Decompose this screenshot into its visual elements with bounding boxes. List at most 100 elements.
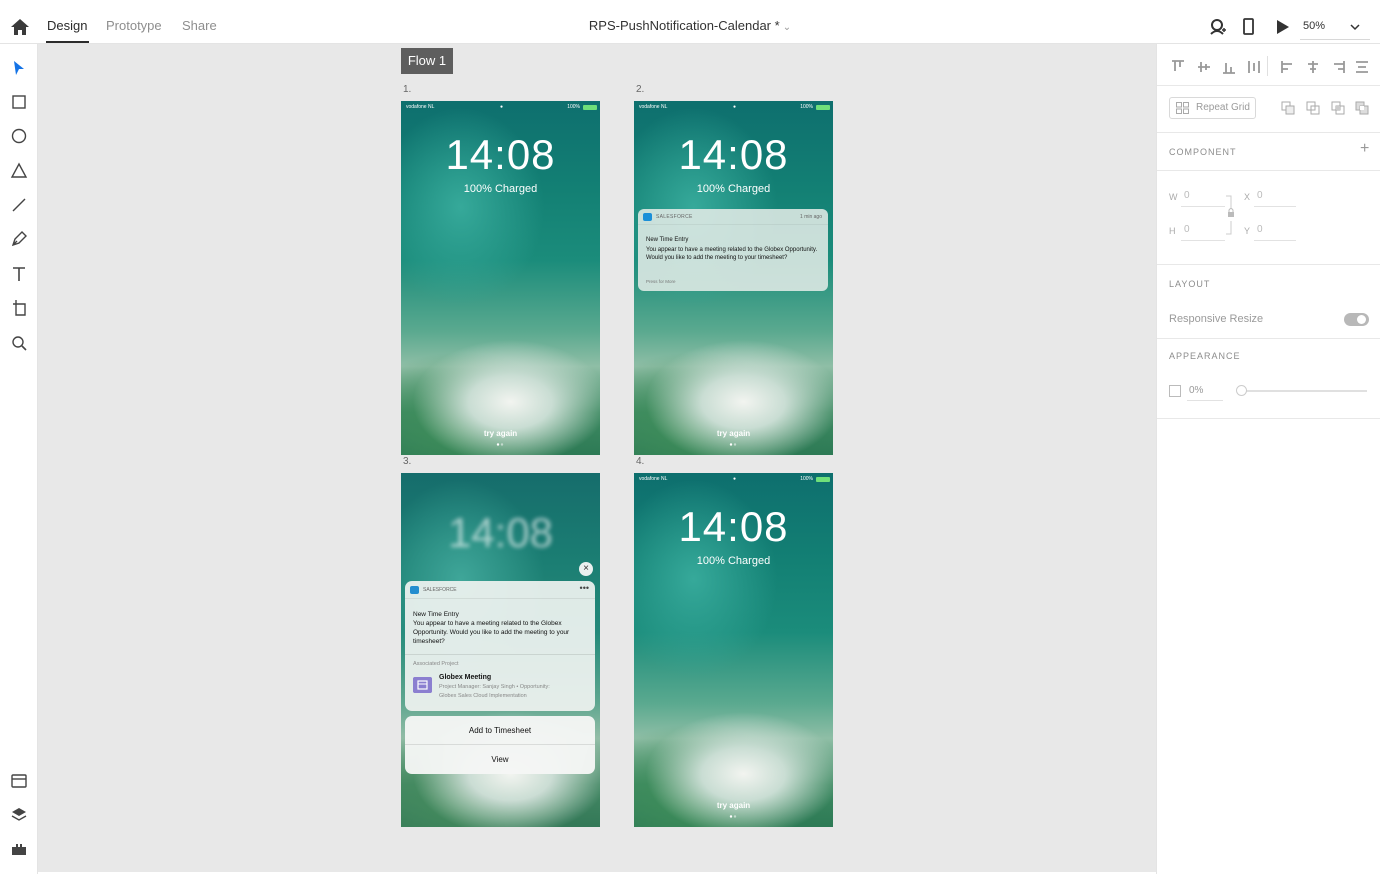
section-divider bbox=[405, 654, 595, 655]
try-again-label: try again bbox=[483, 429, 518, 438]
notification-time: 1 min ago bbox=[800, 214, 822, 220]
more-options-icon[interactable]: ••• bbox=[580, 583, 589, 593]
project-opportunity: Globex Sales Cloud Implementation bbox=[439, 693, 527, 699]
align-middle-icon[interactable] bbox=[1197, 60, 1211, 74]
align-center-icon[interactable] bbox=[1306, 60, 1320, 74]
device-preview-icon[interactable] bbox=[1242, 18, 1256, 36]
document-title[interactable]: RPS-PushNotification-Calendar * ⌄ bbox=[0, 18, 1380, 33]
boolean-intersect-icon[interactable] bbox=[1331, 101, 1345, 115]
height-label: H bbox=[1169, 226, 1176, 236]
ellipse-tool-icon[interactable] bbox=[10, 127, 28, 145]
opacity-slider-thumb[interactable] bbox=[1236, 385, 1247, 396]
status-bar: vodafone NL ● 100% bbox=[637, 104, 830, 112]
width-field[interactable]: 0 bbox=[1184, 190, 1190, 201]
plugins-panel-icon[interactable] bbox=[10, 840, 28, 858]
notification-body: You appear to have a meeting related to … bbox=[646, 247, 818, 261]
distribute-vertical-icon[interactable] bbox=[1247, 60, 1261, 74]
layers-panel-icon[interactable] bbox=[10, 806, 28, 824]
project-manager: Project Manager: Sanjay Singh • Opportun… bbox=[439, 684, 550, 690]
height-underline bbox=[1181, 240, 1225, 241]
toggle-knob bbox=[1357, 315, 1366, 324]
calendar-icon bbox=[413, 677, 432, 693]
align-left-icon[interactable] bbox=[1281, 60, 1295, 74]
add-to-timesheet-button[interactable]: Add to Timesheet bbox=[405, 716, 595, 745]
zoom-tool-icon[interactable] bbox=[10, 334, 28, 352]
lock-icon: ● bbox=[733, 476, 737, 482]
repeat-grid-button[interactable]: Repeat Grid bbox=[1169, 97, 1256, 119]
text-tool-icon[interactable] bbox=[10, 265, 28, 283]
repeat-grid-icon bbox=[1176, 102, 1189, 114]
assets-panel-icon[interactable] bbox=[10, 772, 28, 790]
component-title: COMPONENT bbox=[1169, 147, 1237, 157]
artboard-3[interactable]: 14:08 × SALESFORCE ••• New Time Entry Yo… bbox=[401, 473, 600, 827]
height-field[interactable]: 0 bbox=[1184, 224, 1190, 235]
salesforce-app-icon bbox=[643, 213, 652, 221]
boolean-exclude-icon[interactable] bbox=[1355, 101, 1369, 115]
layout-title: LAYOUT bbox=[1169, 279, 1211, 289]
zoom-underline bbox=[1300, 39, 1370, 40]
notification-more-hint: Press for More bbox=[646, 279, 676, 284]
opacity-icon bbox=[1169, 385, 1181, 397]
notification-app-name: SALESFORCE bbox=[656, 214, 693, 220]
play-icon[interactable] bbox=[1276, 18, 1290, 36]
align-top-icon[interactable] bbox=[1171, 60, 1185, 74]
opacity-slider[interactable] bbox=[1236, 385, 1367, 396]
notification-body: You appear to have a meeting related to … bbox=[413, 620, 570, 645]
notification-title: New Time Entry bbox=[646, 237, 689, 243]
pen-tool-icon[interactable] bbox=[10, 230, 28, 248]
width-label: W bbox=[1169, 192, 1178, 202]
salesforce-app-icon bbox=[410, 586, 419, 594]
boolean-subtract-icon[interactable] bbox=[1306, 101, 1320, 115]
expanded-notification[interactable]: SALESFORCE ••• New Time Entry You appear… bbox=[405, 581, 595, 711]
page-dots bbox=[729, 815, 737, 818]
artboard-tool-icon[interactable] bbox=[10, 299, 28, 317]
battery-label: 100% bbox=[567, 104, 580, 110]
carrier-label: vodafone NL bbox=[639, 104, 668, 110]
align-right-icon[interactable] bbox=[1331, 60, 1345, 74]
x-field[interactable]: 0 bbox=[1257, 190, 1263, 201]
battery-label: 100% bbox=[800, 476, 813, 482]
responsive-resize-label: Responsive Resize bbox=[1169, 313, 1264, 325]
zoom-dropdown-chevron-icon[interactable] bbox=[1350, 23, 1360, 31]
width-underline bbox=[1181, 206, 1225, 207]
try-again-label: try again bbox=[716, 801, 751, 810]
chevron-down-icon: ⌄ bbox=[782, 22, 792, 33]
battery-icon bbox=[816, 477, 830, 482]
charge-status: 100% Charged bbox=[696, 555, 771, 567]
notification-divider bbox=[638, 224, 828, 225]
select-tool-icon[interactable] bbox=[10, 59, 28, 77]
page-dots bbox=[496, 443, 504, 446]
view-button[interactable]: View bbox=[405, 745, 595, 774]
artboard-1[interactable]: vodafone NL ● 100% 14:08 100% Charged tr… bbox=[401, 101, 600, 455]
align-bottom-icon[interactable] bbox=[1222, 60, 1236, 74]
distribute-horizontal-icon[interactable] bbox=[1355, 60, 1369, 74]
push-notification[interactable]: SALESFORCE 1 min ago New Time Entry You … bbox=[638, 209, 828, 291]
zoom-level[interactable]: 50% bbox=[1303, 20, 1325, 32]
property-inspector: Repeat Grid COMPONENT + W 0 H 0 X 0 Y 0 … bbox=[1156, 44, 1380, 874]
artboard-4[interactable]: vodafone NL ● 100% 14:08 100% Charged tr… bbox=[634, 473, 833, 827]
appearance-section: APPEARANCE bbox=[1157, 339, 1380, 419]
artboard-2[interactable]: vodafone NL ● 100% 14:08 100% Charged SA… bbox=[634, 101, 833, 455]
repeat-grid-row: Repeat Grid bbox=[1157, 86, 1380, 133]
align-divider bbox=[1267, 56, 1268, 76]
repeat-grid-label: Repeat Grid bbox=[1196, 102, 1250, 113]
transform-section: W 0 H 0 X 0 Y 0 bbox=[1157, 171, 1380, 265]
rectangle-tool-icon[interactable] bbox=[10, 93, 28, 111]
boolean-add-icon[interactable] bbox=[1281, 101, 1295, 115]
responsive-resize-toggle[interactable] bbox=[1344, 313, 1369, 326]
flow-label[interactable]: Flow 1 bbox=[401, 48, 453, 74]
artboard-number: 4. bbox=[636, 456, 645, 467]
y-underline bbox=[1254, 240, 1296, 241]
notification-app-name: SALESFORCE bbox=[423, 587, 457, 593]
opacity-field[interactable]: 0% bbox=[1189, 385, 1203, 396]
triangle-tool-icon[interactable] bbox=[10, 162, 28, 180]
lock-aspect-icon[interactable] bbox=[1225, 195, 1235, 235]
user-icon[interactable] bbox=[1209, 18, 1227, 36]
add-component-icon[interactable]: + bbox=[1360, 140, 1369, 158]
line-tool-icon[interactable] bbox=[10, 196, 28, 214]
carrier-label: vodafone NL bbox=[639, 476, 668, 482]
appearance-title: APPEARANCE bbox=[1169, 351, 1241, 361]
close-icon[interactable]: × bbox=[579, 562, 593, 576]
lock-screen-time: 14:08 bbox=[445, 131, 556, 178]
y-field[interactable]: 0 bbox=[1257, 224, 1263, 235]
